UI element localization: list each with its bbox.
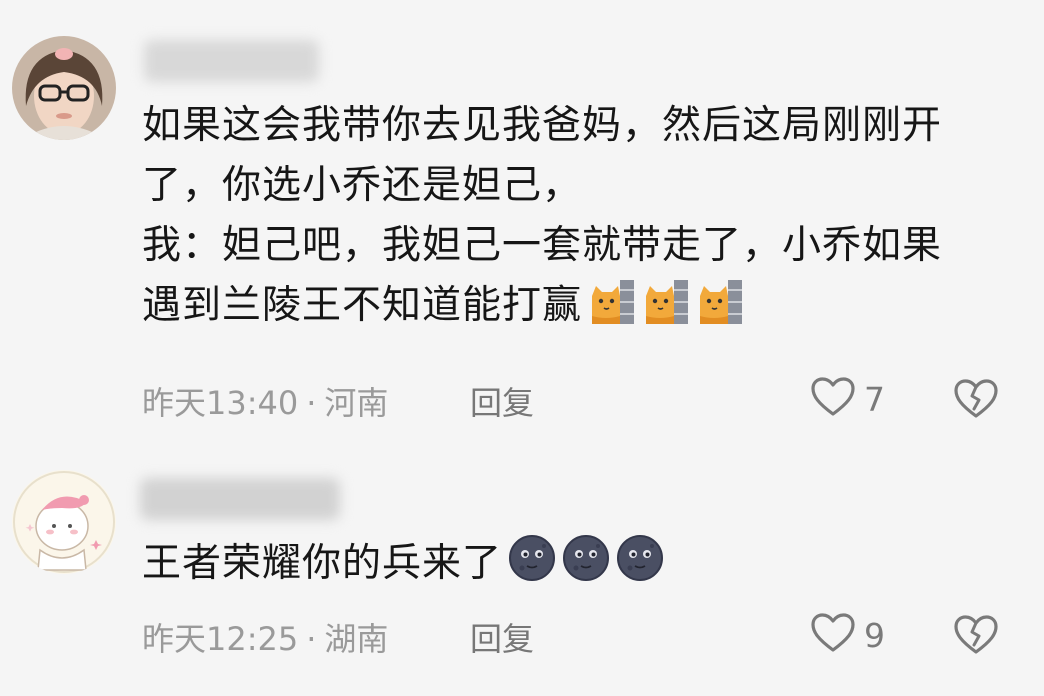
broken-heart-icon xyxy=(953,379,999,424)
comment-text: 如果这会我带你去见我爸妈，然后这局刚刚开 了，你选小乔还是妲己， 我：妲己吧，我… xyxy=(142,96,1012,336)
cat-peeking-wall-emoji xyxy=(644,278,690,326)
heart-icon xyxy=(810,612,856,658)
heart-icon xyxy=(810,376,856,422)
new-moon-face-emoji xyxy=(562,534,610,582)
comment-location: 河南 xyxy=(324,384,389,422)
broken-heart-icon xyxy=(953,615,999,660)
comment-location: 湖南 xyxy=(324,620,389,658)
dislike-button[interactable] xyxy=(953,614,999,660)
like-button[interactable]: 9 xyxy=(810,612,885,658)
like-button[interactable]: 7 xyxy=(810,376,885,422)
comment-time: 昨天13:40 xyxy=(142,384,299,422)
username-obscured[interactable] xyxy=(140,478,340,520)
new-moon-face-emoji xyxy=(616,534,664,582)
comment-time: 昨天12:25 xyxy=(142,620,299,658)
new-moon-face-emoji xyxy=(508,534,556,582)
meta-separator: · xyxy=(306,384,317,422)
reply-button[interactable]: 回复 xyxy=(470,614,534,660)
meta-separator: · xyxy=(306,620,317,658)
comment-meta: 昨天13:40 · 河南 xyxy=(142,378,388,424)
cat-peeking-wall-emoji xyxy=(590,278,636,326)
like-count: 7 xyxy=(864,379,885,419)
comment-line: 了，你选小乔还是妲己， xyxy=(142,163,583,208)
cat-peeking-wall-emoji xyxy=(698,278,744,326)
username-obscured[interactable] xyxy=(144,40,319,82)
dislike-button[interactable] xyxy=(953,378,999,424)
comment-line: 我：妲己吧，我妲己一套就带走了，小乔如果 xyxy=(142,223,943,268)
comment-line: 如果这会我带你去见我爸妈，然后这局刚刚开 xyxy=(142,103,943,148)
comment-text: 王者荣耀你的兵来了 xyxy=(142,534,1012,594)
like-count: 9 xyxy=(864,615,885,655)
comment-meta: 昨天12:25 · 湖南 xyxy=(142,614,388,660)
comment-line-with-emojis: 遇到兰陵王不知道能打赢 xyxy=(142,276,1012,336)
reply-button[interactable]: 回复 xyxy=(470,378,534,424)
user-avatar[interactable] xyxy=(12,470,116,574)
user-avatar[interactable] xyxy=(12,36,116,140)
comment-line-with-emojis: 王者荣耀你的兵来了 xyxy=(142,534,1012,594)
comment-line: 王者荣耀你的兵来了 xyxy=(142,541,503,586)
comment-line: 遇到兰陵王不知道能打赢 xyxy=(142,283,583,328)
